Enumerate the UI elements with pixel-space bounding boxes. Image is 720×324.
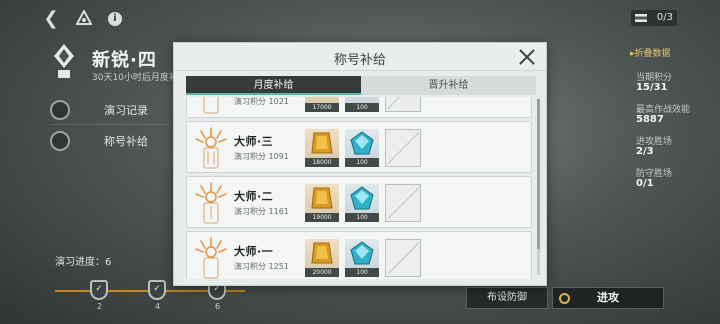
- card-score: 演习积分 1021: [234, 97, 289, 106]
- rank-title: 新锐·四: [92, 50, 157, 71]
- modal-header: 称号补给: [174, 43, 546, 71]
- item-quantity: 17000: [305, 103, 339, 112]
- gold-bar-icon[interactable]: 20000: [305, 239, 339, 277]
- resource-value: 0/3: [656, 12, 673, 23]
- card-score: 演习积分 1251: [234, 262, 289, 271]
- side-item-label: 称号补给: [104, 135, 148, 148]
- empty-slot: [385, 239, 421, 277]
- card-title: 大师·三: [234, 135, 274, 148]
- stat-value: 15/31: [636, 82, 668, 93]
- scrollbar-thumb[interactable]: [537, 99, 540, 249]
- shield-icon: ✓: [90, 280, 108, 300]
- flag-icon: [635, 14, 647, 22]
- rank-emblem-icon: [195, 127, 227, 169]
- progress-marker: 2: [97, 302, 103, 311]
- reward-list[interactable]: 演习积分 1021 17000 100 大师·三 演习积分 1091 18000…: [186, 97, 538, 279]
- crystal-icon[interactable]: 100: [345, 97, 379, 112]
- tab-bar: 月度补给 晋升补给: [186, 76, 536, 95]
- side-item-label: 演习记录: [104, 104, 148, 117]
- attack-label: 进攻: [597, 291, 619, 304]
- title-supply-modal: 称号补给 月度补给 晋升补给 演习积分 1021 17000 100 大师·三 …: [173, 42, 547, 286]
- reward-card: 演习积分 1021 17000 100: [186, 97, 532, 118]
- card-title: 大师·二: [234, 190, 274, 203]
- stat-value: 2/3: [636, 146, 654, 157]
- info-icon[interactable]: i: [108, 12, 122, 26]
- side-item-records[interactable]: 演习记录: [50, 100, 148, 120]
- tab-promotion-supply[interactable]: 晋升补给: [361, 76, 536, 95]
- gold-bar-icon[interactable]: 19000: [305, 184, 339, 222]
- stat-value: 5887: [636, 114, 664, 125]
- home-icon[interactable]: [75, 8, 93, 28]
- rank-emblem-icon: [195, 182, 227, 224]
- records-icon: [50, 100, 70, 120]
- crystal-icon[interactable]: 100: [345, 239, 379, 277]
- item-quantity: 100: [345, 158, 379, 167]
- progress-label: 演习进度：6: [55, 257, 112, 268]
- attack-button[interactable]: 进攻: [552, 287, 664, 309]
- item-quantity: 19000: [305, 213, 339, 222]
- empty-slot: [385, 129, 421, 167]
- card-title: 大师·一: [234, 245, 274, 258]
- item-quantity: 100: [345, 213, 379, 222]
- item-quantity: 100: [345, 268, 379, 277]
- shield-icon: ✓: [148, 280, 166, 300]
- stat-value: 0/1: [636, 178, 654, 189]
- modal-title: 称号补给: [333, 53, 386, 68]
- attack-ring-icon: [559, 293, 570, 304]
- item-quantity: 20000: [305, 268, 339, 277]
- divider: [50, 124, 170, 125]
- empty-slot: [385, 184, 421, 222]
- rank-emblem-icon: [203, 97, 219, 114]
- reward-card: 大师·一 演习积分 1251 20000 100: [186, 231, 532, 279]
- empty-slot: [385, 97, 421, 112]
- progress-marker: 6: [215, 302, 221, 311]
- side-item-title-supply[interactable]: 称号补给: [50, 131, 148, 151]
- defense-button[interactable]: 布设防御: [466, 287, 548, 309]
- crystal-icon[interactable]: 100: [345, 129, 379, 167]
- tab-monthly-supply[interactable]: 月度补给: [186, 76, 361, 95]
- stats-header[interactable]: 折叠数据: [630, 46, 671, 59]
- rank-emblem-icon: [195, 237, 227, 279]
- reward-card: 大师·三 演习积分 1091 18000 100: [186, 121, 532, 173]
- reward-card: 大师·二 演习积分 1161 19000 100: [186, 176, 532, 228]
- gold-bar-icon[interactable]: 17000: [305, 97, 339, 112]
- card-score: 演习积分 1091: [234, 152, 289, 161]
- scrollbar[interactable]: [537, 99, 540, 275]
- rank-emblem-icon: [54, 44, 74, 78]
- close-icon[interactable]: [518, 48, 536, 66]
- item-quantity: 100: [345, 103, 379, 112]
- back-icon[interactable]: ❮: [42, 10, 60, 28]
- gold-bar-icon[interactable]: 18000: [305, 129, 339, 167]
- progress-marker: 4: [155, 302, 161, 311]
- item-quantity: 18000: [305, 158, 339, 167]
- crystal-icon[interactable]: 100: [345, 184, 379, 222]
- resource-counter: 0/3: [631, 10, 677, 26]
- card-score: 演习积分 1161: [234, 207, 289, 216]
- title-supply-icon: [50, 131, 70, 151]
